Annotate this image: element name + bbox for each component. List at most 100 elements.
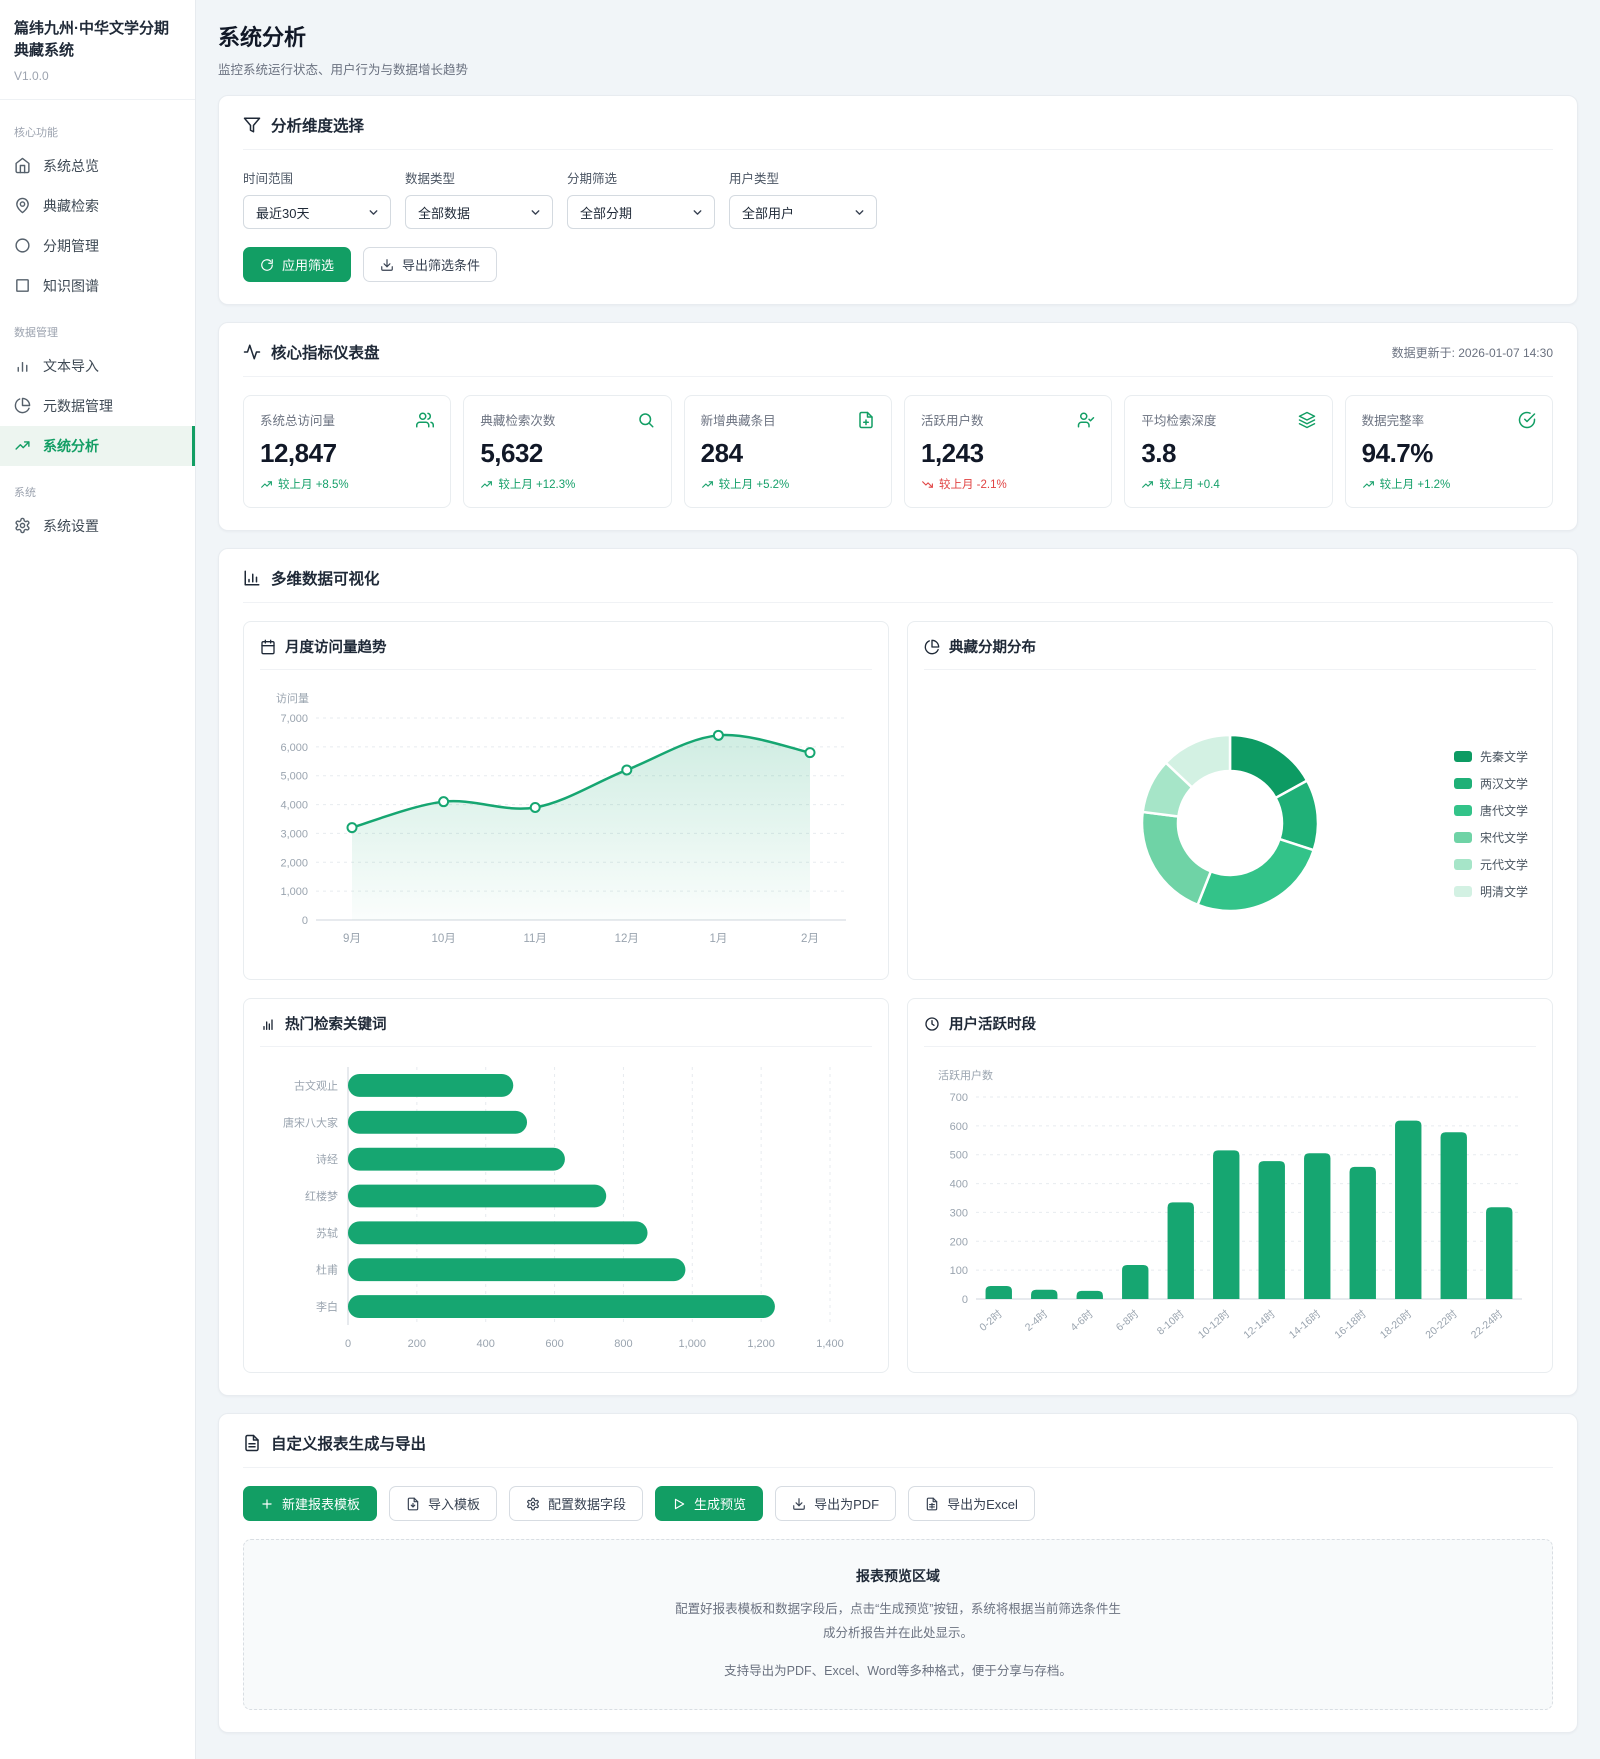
svg-text:0: 0 (962, 1294, 968, 1306)
sidebar-item-text-import[interactable]: 文本导入 (0, 346, 195, 386)
legend-item[interactable]: 先秦文学 (1454, 748, 1528, 765)
donut-chart-svg (924, 678, 1536, 964)
kpi-card-search-depth: 平均检索深度 3.8 较上月 +0.4 (1124, 395, 1332, 508)
kpi-change-text: 较上月 +5.2% (719, 476, 790, 492)
svg-text:700: 700 (950, 1092, 968, 1104)
legend-item[interactable]: 宋代文学 (1454, 829, 1528, 846)
svg-text:1,200: 1,200 (747, 1338, 775, 1350)
legend-item[interactable]: 唐代文学 (1454, 802, 1528, 819)
app: 篇纬九州·中华文学分期典藏系统 V1.0.0 核心功能 系统总览 典藏检索 分期… (0, 0, 1600, 1759)
line-chart-svg: 01,0002,0003,0004,0005,0006,0007,000访问量9… (260, 678, 872, 950)
legend-swatch (1454, 751, 1472, 762)
kpi-change-text: 较上月 +1.2% (1380, 476, 1451, 492)
legend-swatch (1454, 805, 1472, 816)
kpi-value: 94.7% (1362, 438, 1536, 469)
sidebar-item-period-management[interactable]: 分期管理 (0, 226, 195, 266)
period-filter-select[interactable]: 全部分期 (567, 195, 715, 229)
svg-text:6-8时: 6-8时 (1114, 1308, 1142, 1334)
kpi-value: 12,847 (260, 438, 434, 469)
kpi-change: 较上月 +0.4 (1141, 476, 1315, 492)
svg-text:0-2时: 0-2时 (977, 1308, 1005, 1334)
sidebar-item-metadata-management[interactable]: 元数据管理 (0, 386, 195, 426)
kpi-change: 较上月 +12.3% (480, 476, 654, 492)
svg-text:2月: 2月 (801, 933, 819, 945)
configure-fields-button[interactable]: 配置数据字段 (509, 1486, 643, 1521)
legend-label: 两汉文学 (1480, 775, 1528, 792)
svg-text:500: 500 (950, 1150, 968, 1162)
import-template-button[interactable]: 导入模板 (389, 1486, 497, 1521)
filter-field-time-range: 时间范围 最近30天 (243, 168, 391, 229)
legend-label: 宋代文学 (1480, 829, 1528, 846)
sidebar-item-system-overview[interactable]: 系统总览 (0, 146, 195, 186)
sidebar-item-label: 系统设置 (43, 516, 99, 536)
time-range-select[interactable]: 最近30天 (243, 195, 391, 229)
filter-field-period: 分期筛选 全部分期 (567, 168, 715, 229)
svg-text:10月: 10月 (431, 933, 455, 945)
legend-item[interactable]: 两汉文学 (1454, 775, 1528, 792)
svg-text:4,000: 4,000 (280, 800, 308, 812)
export-filter-label: 导出筛选条件 (402, 255, 480, 274)
sidebar: 篇纬九州·中华文学分期典藏系统 V1.0.0 核心功能 系统总览 典藏检索 分期… (0, 0, 196, 1759)
sidebar-item-system-settings[interactable]: 系统设置 (0, 506, 195, 546)
trending-up-icon (260, 478, 273, 491)
button-label: 导出为PDF (814, 1494, 879, 1513)
brand: 篇纬九州·中华文学分期典藏系统 V1.0.0 (0, 0, 195, 100)
chevron-down-icon (367, 206, 380, 219)
kpi-label: 平均检索深度 (1141, 410, 1216, 429)
page-subtitle: 监控系统运行状态、用户行为与数据增长趋势 (218, 59, 1578, 78)
sidebar-item-knowledge-graph[interactable]: 知识图谱 (0, 266, 195, 306)
svg-text:1,400: 1,400 (816, 1338, 844, 1350)
kpi-change: 较上月 +5.2% (701, 476, 875, 492)
kpi-header: 核心指标仪表盘 数据更新于: 2026-01-07 14:30 (243, 341, 1553, 377)
button-label: 导出为Excel (947, 1494, 1018, 1513)
svg-text:1,000: 1,000 (679, 1338, 707, 1350)
svg-text:400: 400 (477, 1338, 495, 1350)
export-pdf-button[interactable]: 导出为PDF (775, 1486, 896, 1521)
apply-filter-label: 应用筛选 (282, 255, 334, 274)
sidebar-item-label: 元数据管理 (43, 396, 113, 416)
apply-filter-button[interactable]: 应用筛选 (243, 247, 351, 282)
export-excel-button[interactable]: 导出为Excel (908, 1486, 1035, 1521)
kpi-grid: 系统总访问量 12,847 较上月 +8.5% 典藏检索次数 5,632 (243, 395, 1553, 508)
sidebar-item-collection-search[interactable]: 典藏检索 (0, 186, 195, 226)
filter-label: 数据类型 (405, 168, 553, 187)
svg-text:古文观止: 古文观止 (294, 1078, 338, 1092)
export-filter-button[interactable]: 导出筛选条件 (363, 247, 497, 282)
download-icon (380, 258, 394, 272)
generate-preview-button[interactable]: 生成预览 (655, 1486, 763, 1521)
sidebar-item-label: 系统分析 (43, 436, 99, 456)
svg-text:400: 400 (950, 1179, 968, 1191)
map-pin-icon (14, 197, 31, 214)
svg-text:11月: 11月 (523, 933, 546, 945)
legend-swatch (1454, 859, 1472, 870)
kpi-card-search-count: 典藏检索次数 5,632 较上月 +12.3% (463, 395, 671, 508)
preview-body: 配置好报表模板和数据字段后，点击“生成预览”按钮，系统将根据当前筛选条件生成分析… (672, 1598, 1124, 1646)
trending-up-icon (480, 478, 493, 491)
hbar-chart-svg: 02004006008001,0001,2001,400古文观止唐宋八大家诗经红… (260, 1055, 872, 1357)
file-text-icon (243, 1434, 261, 1452)
legend-item[interactable]: 明清文学 (1454, 883, 1528, 900)
clock-icon (924, 1016, 940, 1032)
trending-up-icon (14, 437, 31, 454)
new-report-template-button[interactable]: 新建报表模板 (243, 1486, 377, 1521)
chart-grid: 月度访问量趋势 01,0002,0003,0004,0005,0006,0007… (243, 621, 1553, 1373)
trending-down-icon (921, 478, 934, 491)
kpi-card-section: 核心指标仪表盘 数据更新于: 2026-01-07 14:30 系统总访问量 1… (218, 322, 1578, 531)
donut-chart (924, 678, 1536, 969)
user-type-select[interactable]: 全部用户 (729, 195, 877, 229)
legend-label: 唐代文学 (1480, 802, 1528, 819)
select-value: 全部数据 (418, 203, 523, 222)
svg-text:18-20时: 18-20时 (1378, 1308, 1415, 1342)
svg-text:7,000: 7,000 (280, 713, 308, 725)
sidebar-item-label: 典藏检索 (43, 196, 99, 216)
select-value: 全部用户 (742, 203, 847, 222)
legend-item[interactable]: 元代文学 (1454, 856, 1528, 873)
sidebar-item-system-analysis[interactable]: 系统分析 (0, 426, 195, 466)
legend-label: 元代文学 (1480, 856, 1528, 873)
button-label: 导入模板 (428, 1494, 480, 1513)
svg-text:0: 0 (345, 1338, 351, 1350)
kpi-change: 较上月 +8.5% (260, 476, 434, 492)
circle-icon (14, 237, 31, 254)
data-type-select[interactable]: 全部数据 (405, 195, 553, 229)
svg-text:14-16时: 14-16时 (1287, 1308, 1324, 1342)
